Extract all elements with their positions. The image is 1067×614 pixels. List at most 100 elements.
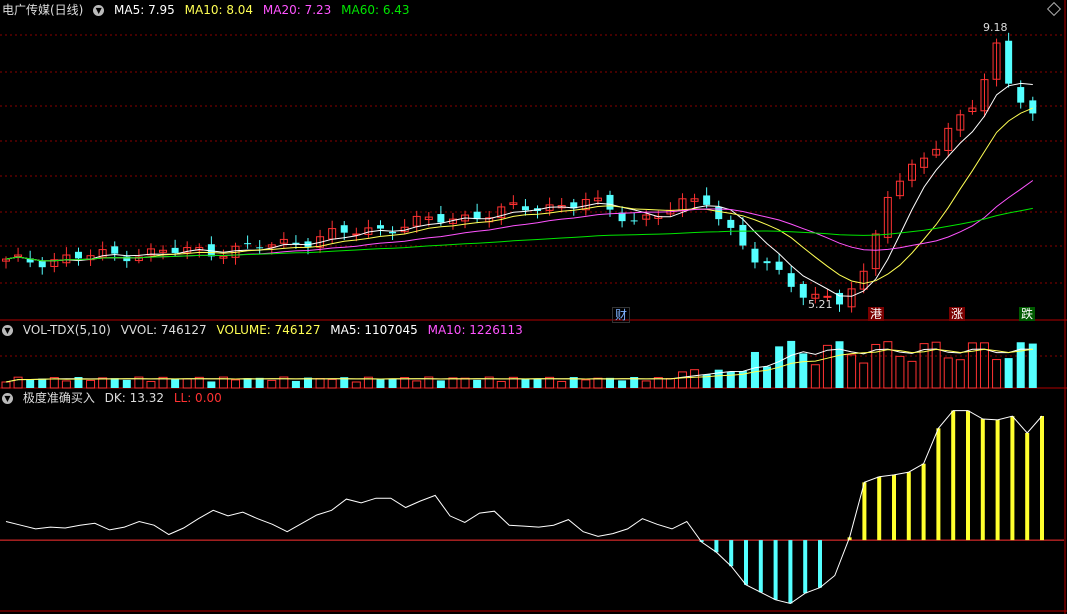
ma10-legend: MA10: 8.04 — [184, 3, 254, 17]
volume-bar — [388, 378, 397, 388]
volume-bar — [315, 378, 325, 389]
volume-bar — [231, 379, 241, 389]
volume-bar — [146, 380, 156, 389]
dk-legend: DK: 13.32 — [104, 391, 164, 405]
candle-body — [1029, 100, 1037, 114]
volume-bar — [1028, 343, 1037, 388]
volume-bar — [267, 379, 277, 389]
dk-bar — [936, 428, 941, 541]
volume-bar — [1, 381, 11, 389]
low-price-label: 5.21 — [808, 298, 833, 311]
volume-bar — [473, 379, 482, 388]
volume-bar — [110, 378, 119, 388]
candle-body — [521, 206, 529, 211]
vol-ma5-legend: MA5: 1107045 — [330, 323, 418, 337]
volume-bar — [992, 359, 1002, 389]
ll-bar — [714, 540, 719, 553]
candle-body — [763, 261, 771, 264]
candle-body — [74, 251, 82, 259]
dk-line — [5, 410, 1043, 605]
candle-body — [630, 220, 638, 222]
volume-panel — [1, 340, 1037, 389]
candle-body — [389, 231, 397, 234]
dk-bar — [995, 419, 1000, 541]
ll-bar — [788, 540, 793, 604]
candle-body — [1017, 87, 1025, 103]
candle-body — [111, 246, 119, 254]
dk-bar — [892, 474, 896, 541]
volume-bar — [122, 379, 131, 388]
volume-bar — [847, 354, 857, 389]
volume-bar — [799, 353, 808, 388]
ll-bar — [744, 540, 748, 585]
volume-bar — [182, 378, 192, 389]
ll-bar — [818, 540, 822, 588]
candle-body — [376, 225, 384, 229]
volume-indicator-name: VOL-TDX(5,10) — [22, 323, 111, 337]
volume-bar — [618, 380, 627, 388]
candle-body — [38, 260, 46, 268]
volume-bar — [86, 379, 96, 389]
volume-bar — [171, 378, 180, 388]
ll-bar — [803, 540, 808, 594]
candle-body — [751, 248, 759, 263]
dk-bar — [966, 410, 970, 541]
signal-indicator-name: 极度准确买入 — [22, 391, 95, 405]
event-marker-cai[interactable]: 财 — [612, 307, 631, 323]
volume-bar — [750, 351, 759, 388]
ll-bar — [773, 540, 778, 600]
volume-bar — [26, 379, 35, 388]
volume-bar — [376, 379, 385, 388]
stock-name: 电广传媒(日线) — [2, 3, 84, 17]
ma60-legend: MA60: 6.43 — [341, 3, 410, 17]
ll-legend: LL: 0.00 — [173, 391, 222, 405]
volume-bar — [448, 377, 458, 389]
volume-bar — [943, 357, 953, 389]
candle-body — [775, 261, 783, 270]
dk-bar — [1025, 432, 1030, 541]
settings-circle-icon[interactable]: ▼ — [93, 5, 105, 16]
ll-bar — [729, 540, 734, 567]
dk-bar — [877, 476, 882, 541]
volume-bar — [641, 380, 651, 389]
ll-bar — [758, 540, 763, 593]
volume-bar — [726, 371, 735, 388]
candle-body — [703, 195, 711, 205]
candle-body — [1005, 40, 1013, 84]
dk-bar — [1010, 416, 1015, 541]
signal-settings-icon[interactable]: ▼ — [2, 393, 13, 404]
volume-legend-value: VOLUME: 746127 — [216, 323, 321, 337]
volume-bar — [1004, 358, 1013, 388]
vvol-legend: VVOL: 746127 — [120, 323, 207, 337]
dk-bar — [862, 482, 867, 541]
dk-bar — [1040, 415, 1044, 541]
candle-body — [340, 225, 348, 233]
volume-bar — [677, 371, 687, 389]
volume-bar — [521, 378, 530, 388]
event-marker-zhang[interactable]: 涨 — [949, 307, 966, 321]
signal-panel — [0, 410, 1064, 605]
volume-bar — [822, 344, 832, 389]
dk-bar — [980, 418, 985, 541]
dk-bar — [921, 463, 926, 541]
volume-bar — [38, 378, 47, 388]
candle-body — [799, 283, 807, 298]
volume-bar — [291, 380, 300, 388]
dk-bar — [906, 472, 911, 541]
volume-bar — [557, 380, 567, 389]
volume-bar — [460, 377, 470, 389]
volume-bar — [351, 381, 361, 389]
event-marker-die[interactable]: 跌 — [1019, 307, 1036, 321]
vol-ma10-legend: MA10: 1226113 — [427, 323, 523, 337]
volume-bar — [327, 378, 337, 389]
volume-bar — [895, 355, 905, 389]
chart-canvas[interactable]: 9.18 5.21 — [0, 0, 1067, 614]
volume-settings-icon[interactable]: ▼ — [2, 325, 13, 336]
volume-bar — [207, 381, 216, 388]
candle-body — [787, 273, 795, 287]
event-marker-gang[interactable]: 港 — [868, 307, 885, 321]
ma20-legend: MA20: 7.23 — [262, 3, 332, 17]
volume-bar — [690, 369, 700, 389]
volume-legend: ▼ VOL-TDX(5,10) VVOL: 746127 VOLUME: 746… — [2, 322, 529, 338]
price-panel — [2, 32, 1037, 313]
